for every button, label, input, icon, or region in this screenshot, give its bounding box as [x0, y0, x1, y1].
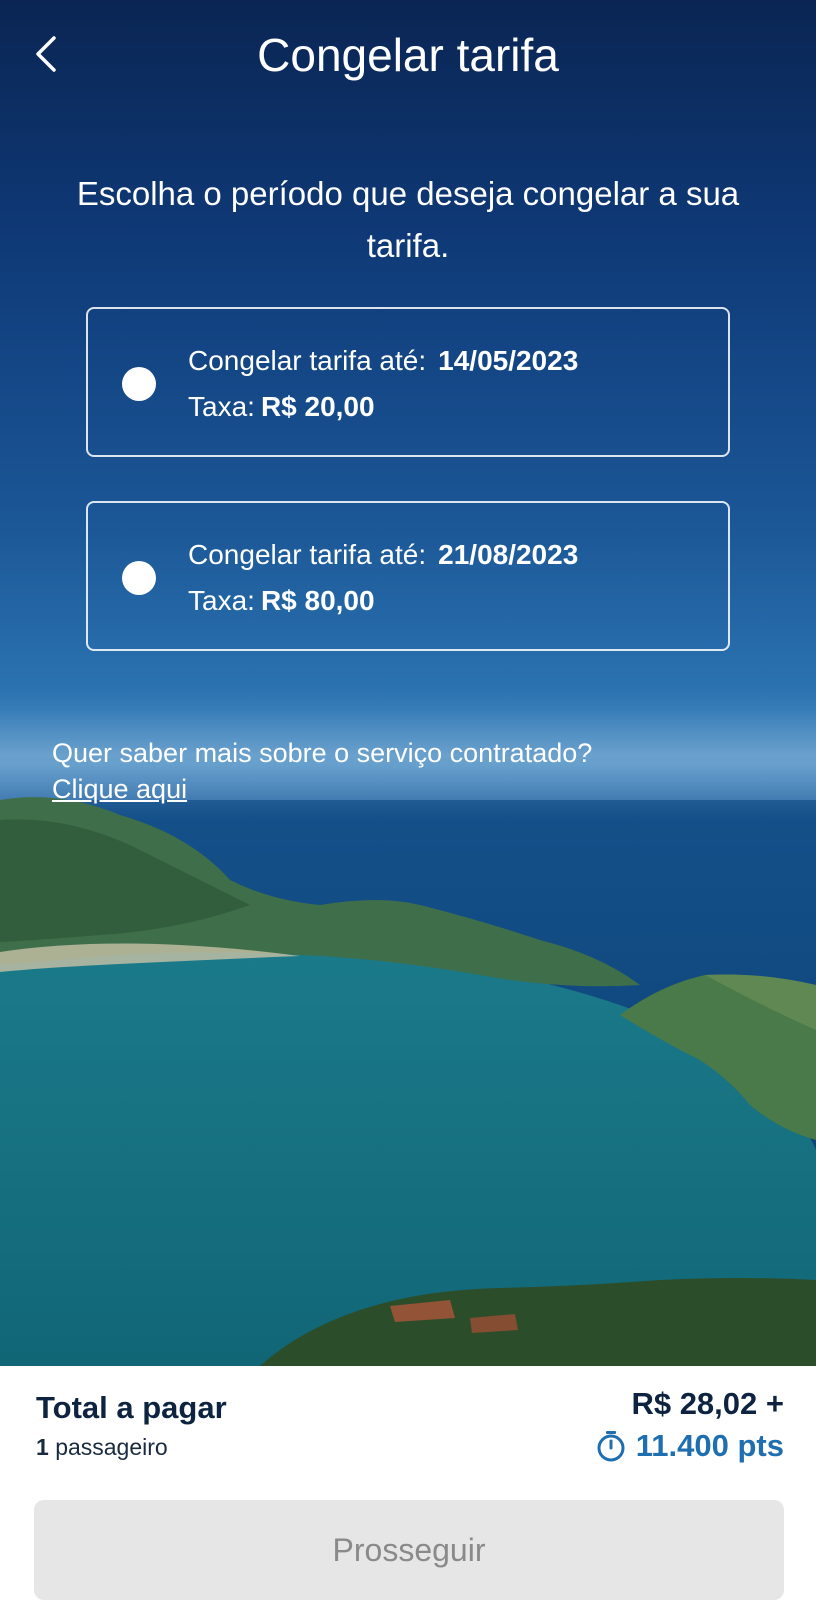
total-price: R$ 28,02 +: [631, 1386, 784, 1421]
option-label: Congelar tarifa até:: [188, 539, 427, 570]
option-label: Congelar tarifa até:: [188, 345, 427, 376]
proceed-button[interactable]: Prosseguir: [34, 1500, 784, 1600]
freeze-option-1[interactable]: Congelar tarifa até: 14/05/2023 Taxa: R$ 2…: [86, 307, 730, 457]
fee-label: Taxa:: [188, 391, 255, 422]
radio-button[interactable]: [122, 561, 156, 595]
passenger-label: passageiro: [55, 1434, 168, 1460]
total-label: Total a pagar: [36, 1390, 227, 1425]
fee-value: R$ 80,00: [260, 585, 375, 616]
total-points: 11.400 pts: [594, 1428, 784, 1464]
option-fee-line: Taxa: R$ 80,00: [188, 585, 375, 617]
learn-more-link[interactable]: Clique aqui: [52, 774, 187, 805]
radio-button[interactable]: [122, 367, 156, 401]
fee-value: R$ 20,00: [260, 391, 375, 422]
points-value: 11.400 pts: [635, 1428, 784, 1463]
option-date-line: Congelar tarifa até: 14/05/2023: [188, 345, 578, 377]
option-date-line: Congelar tarifa até: 21/08/2023: [188, 539, 578, 571]
passenger-number: 1: [36, 1434, 49, 1460]
checkout-footer: Total a pagar 1 passageiro R$ 28,02 + 11…: [0, 1366, 816, 1600]
option-fee-line: Taxa: R$ 20,00: [188, 391, 375, 423]
service-info-question: Quer saber mais sobre o serviço contrata…: [52, 738, 593, 768]
fee-label: Taxa:: [188, 585, 255, 616]
option-date: 21/08/2023: [438, 539, 579, 570]
intro-text: Escolha o período que deseja congelar a …: [76, 175, 740, 264]
page-title: Congelar tarifa: [257, 29, 559, 81]
freeze-option-2[interactable]: Congelar tarifa até: 21/08/2023 Taxa: R$ 8…: [86, 501, 730, 651]
passenger-count: 1 passageiro: [36, 1434, 168, 1461]
timer-icon: [597, 1431, 625, 1462]
top-app-bar: Congelar tarifa: [0, 0, 816, 112]
option-date: 14/05/2023: [438, 345, 579, 376]
